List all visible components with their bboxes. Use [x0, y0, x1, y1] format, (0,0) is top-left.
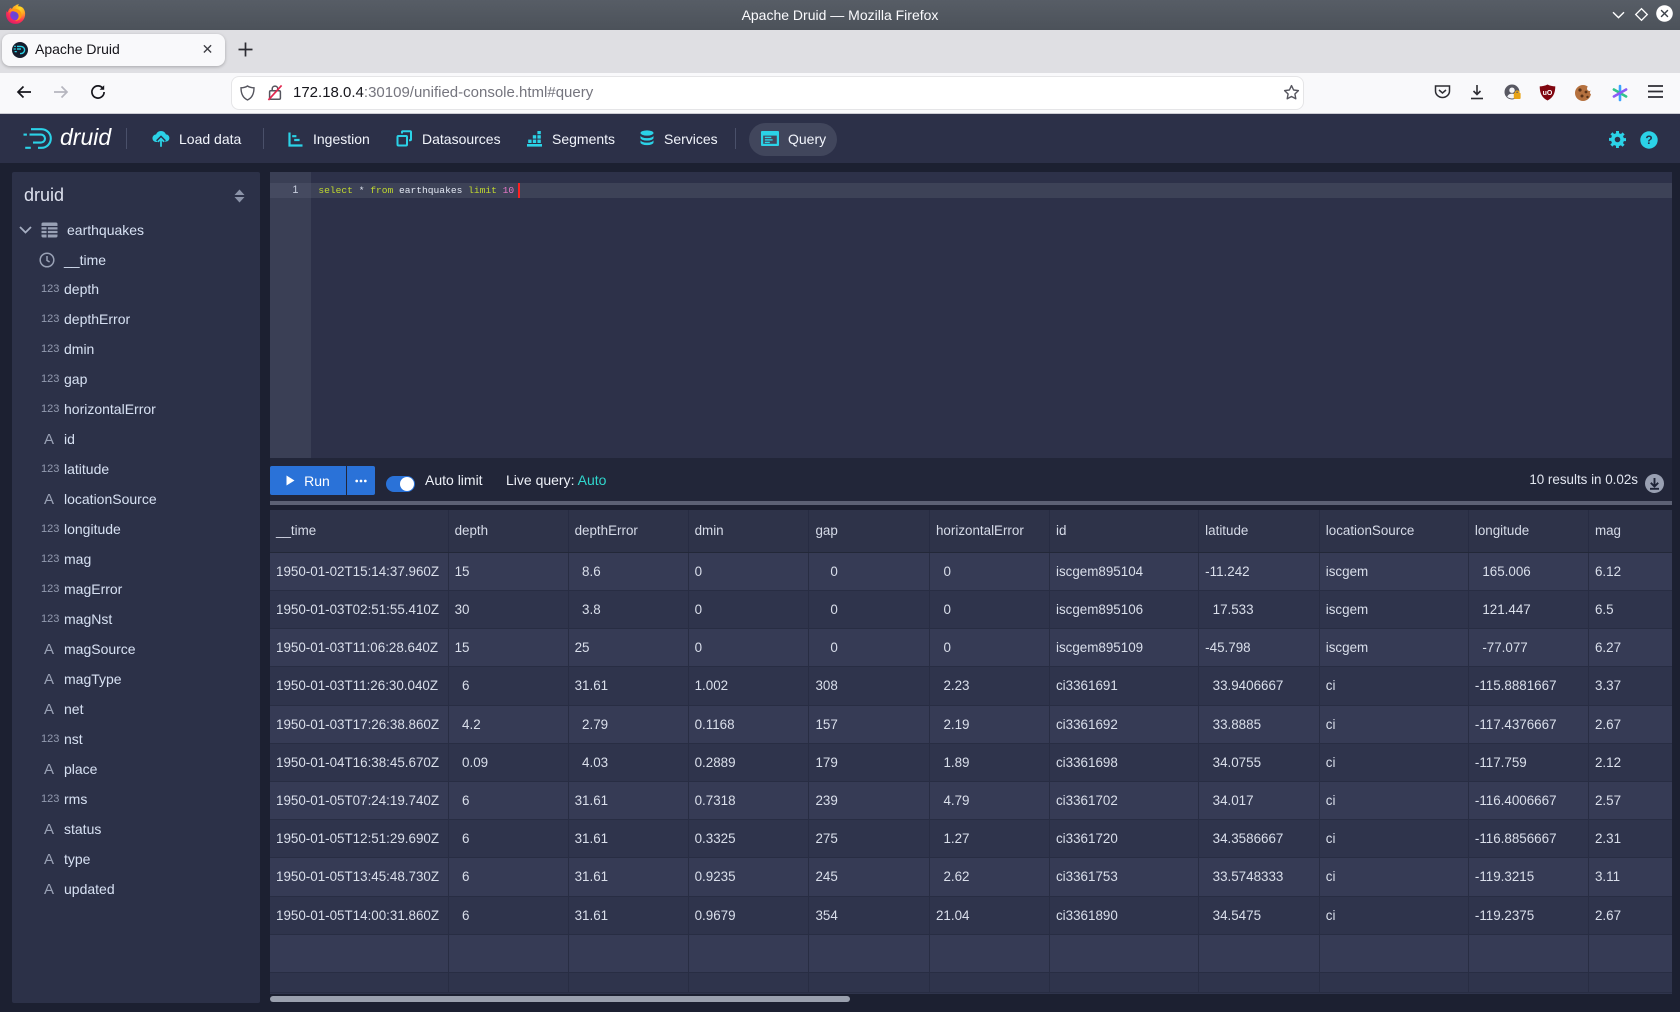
svg-text:?: ?: [1645, 133, 1652, 147]
svg-text:uO: uO: [1543, 90, 1553, 97]
